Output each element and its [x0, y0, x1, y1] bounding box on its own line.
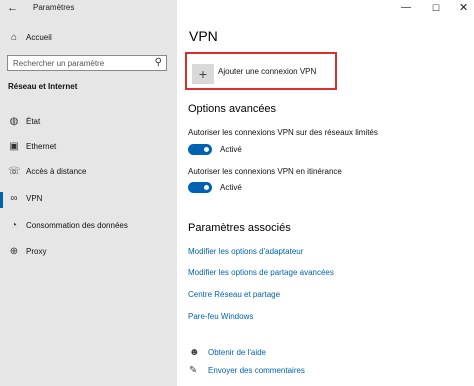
minimize-button[interactable]: — — [401, 1, 411, 15]
add-vpn-label[interactable]: Ajouter une connexion VPN — [218, 67, 316, 76]
sidebar-item-label: Proxy — [26, 247, 47, 256]
title-bar: ← Paramètres — ☐ ✕ — [0, 0, 474, 16]
sidebar-item-label: État — [26, 117, 41, 126]
get-help-link[interactable]: Obtenir de l'aide — [208, 348, 266, 357]
vpn-icon: ∞ — [10, 193, 18, 204]
add-vpn-highlight: + Ajouter une connexion VPN — [185, 52, 337, 90]
help-icon: ☻ — [189, 347, 200, 358]
sidebar-item-label: VPN — [26, 194, 43, 203]
search-input[interactable]: Rechercher un paramètre ⚲ — [7, 55, 167, 71]
home-icon: ⌂ — [10, 32, 18, 43]
roaming-vpn-toggle[interactable] — [188, 182, 212, 193]
link-adapter-options[interactable]: Modifier les options d'adaptateur — [188, 247, 303, 256]
feedback-icon: ✎ — [189, 365, 198, 376]
link-sharing-options[interactable]: Modifier les options de partage avancées — [188, 268, 334, 277]
sidebar-item-ethernet[interactable]: ▣ Ethernet — [0, 140, 177, 156]
search-placeholder: Rechercher un paramètre — [13, 59, 105, 68]
link-network-center[interactable]: Centre Réseau et partage — [188, 290, 280, 299]
feedback-link[interactable]: Envoyer des commentaires — [208, 366, 305, 375]
back-arrow-icon[interactable]: ← — [7, 1, 18, 15]
link-firewall[interactable]: Pare-feu Windows — [188, 312, 253, 321]
page-title: VPN — [189, 28, 218, 44]
add-vpn-button[interactable]: + — [192, 64, 214, 84]
sidebar-item-acces-distance[interactable]: ☏ Accès à distance — [0, 165, 177, 181]
roaming-vpn-label: Autoriser les connexions VPN en itinéran… — [188, 167, 342, 176]
globe-icon: ◍ — [9, 116, 19, 127]
sidebar-home[interactable]: ⌂ Accueil — [0, 31, 177, 47]
plus-icon: + — [198, 66, 208, 82]
sidebar-section-title: Réseau et Internet — [8, 82, 78, 91]
title-bar-left — [0, 0, 177, 16]
close-button[interactable]: ✕ — [459, 1, 468, 15]
window-title: Paramètres — [33, 3, 75, 12]
globe-icon: ⊕ — [9, 246, 19, 257]
sidebar-item-consommation[interactable]: ◔ Consommation des données — [0, 219, 177, 235]
dial-up-icon: ☏ — [8, 166, 21, 177]
settings-window: ← Paramètres — ☐ ✕ ⌂ Accueil Rechercher … — [0, 0, 474, 386]
search-icon: ⚲ — [154, 57, 162, 68]
home-label: Accueil — [26, 33, 52, 42]
sidebar-item-etat[interactable]: ◍ État — [0, 115, 177, 131]
data-usage-icon: ◔ — [10, 220, 18, 231]
metered-vpn-state: Activé — [220, 145, 242, 154]
toggle-knob — [204, 147, 209, 152]
ethernet-icon: ▣ — [9, 141, 19, 152]
toggle-knob — [204, 185, 209, 190]
related-settings-heading: Paramètres associés — [188, 222, 291, 234]
metered-vpn-label: Autoriser les connexions VPN sur des rés… — [188, 128, 378, 137]
sidebar-item-label: Ethernet — [26, 142, 57, 151]
sidebar-item-label: Consommation des données — [26, 221, 128, 230]
sidebar-item-vpn[interactable]: ∞ VPN — [0, 192, 177, 208]
metered-vpn-toggle[interactable] — [188, 144, 212, 155]
main-content: VPN + Ajouter une connexion VPN Options … — [177, 16, 474, 386]
sidebar: ⌂ Accueil Rechercher un paramètre ⚲ Rése… — [0, 16, 177, 386]
roaming-vpn-state: Activé — [220, 183, 242, 192]
sidebar-item-label: Accès à distance — [26, 167, 87, 176]
advanced-options-heading: Options avancées — [188, 103, 277, 115]
maximize-button[interactable]: ☐ — [432, 1, 440, 15]
sidebar-item-proxy[interactable]: ⊕ Proxy — [0, 245, 177, 261]
